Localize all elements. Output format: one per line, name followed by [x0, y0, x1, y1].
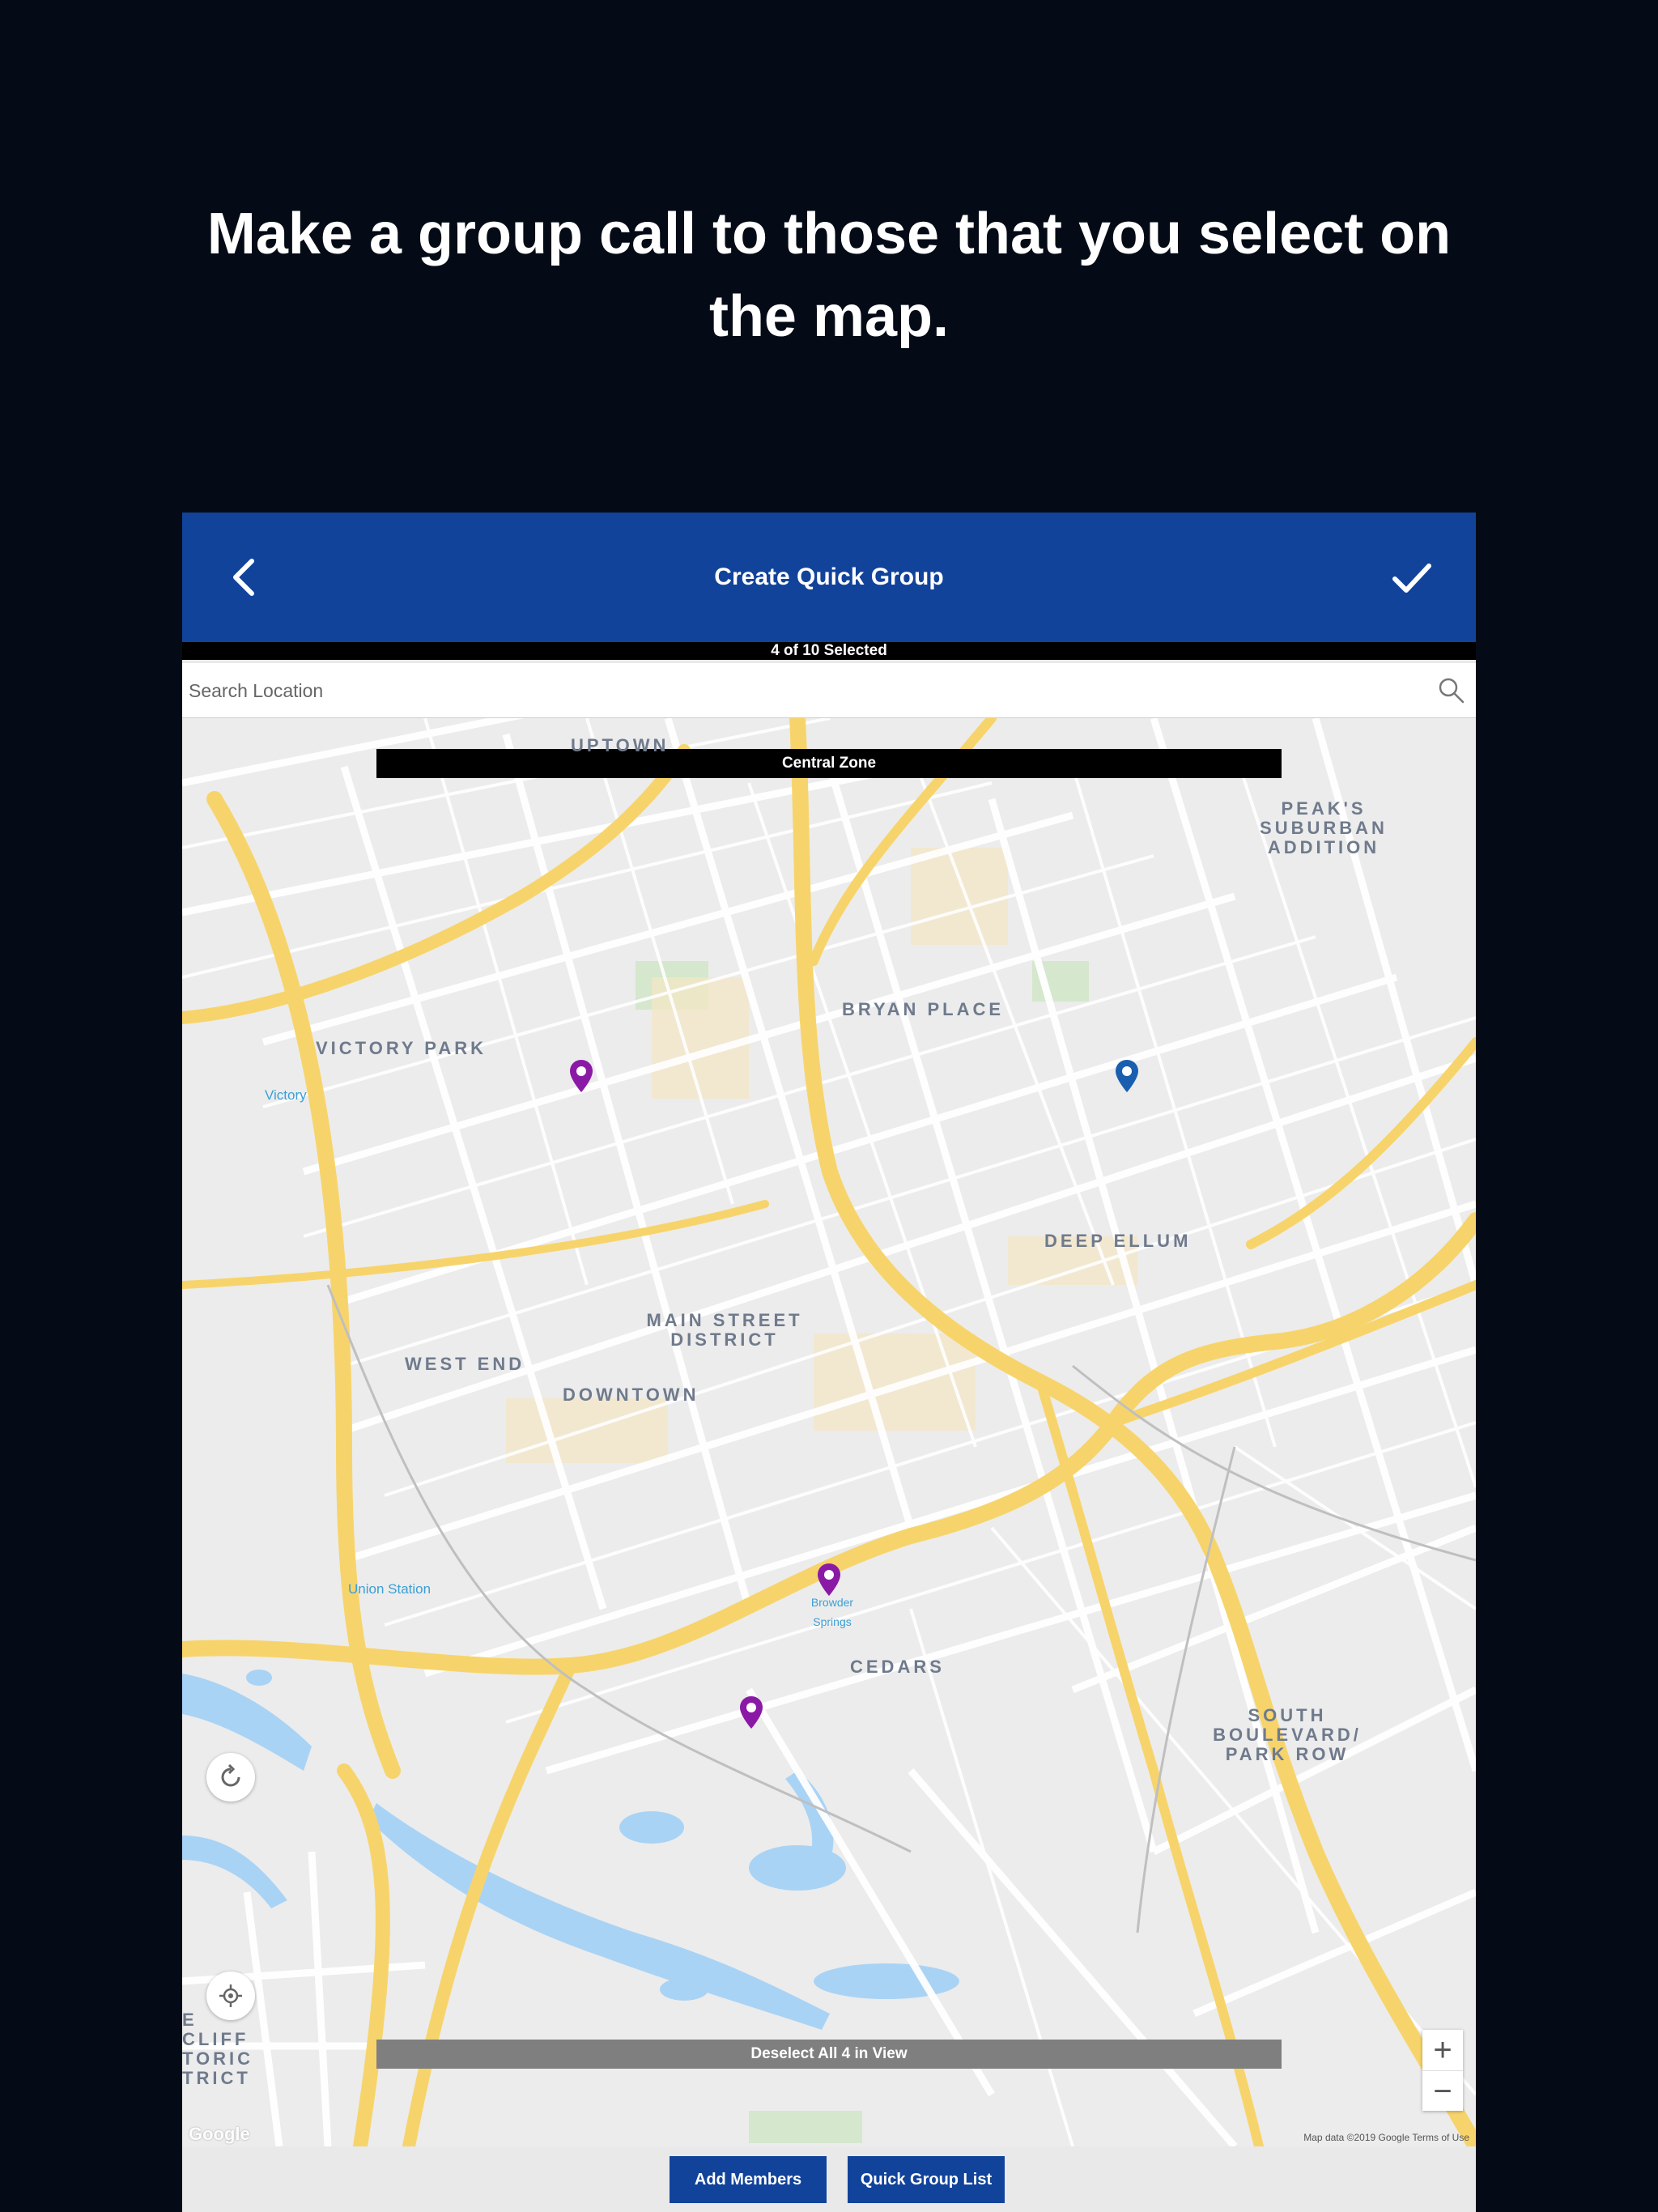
- add-members-button[interactable]: Add Members: [670, 2156, 827, 2203]
- map-view[interactable]: Central Zone UPTOWN PEAK'S SUBURBAN ADDI…: [182, 718, 1476, 2146]
- map-attribution[interactable]: Map data ©2019 Google Terms of Use: [1303, 2132, 1469, 2143]
- selection-count: 4 of 10 Selected: [182, 642, 1476, 660]
- poi-label: Browder Springs: [810, 1596, 854, 1628]
- zoom-out-button[interactable]: −: [1422, 2071, 1463, 2112]
- search-input[interactable]: [187, 670, 1405, 712]
- neighborhood-label: UPTOWN: [571, 735, 670, 755]
- quick-group-list-button[interactable]: Quick Group List: [848, 2156, 1005, 2203]
- map-canvas: [182, 718, 1476, 2146]
- member-pin-icon[interactable]: [1116, 1060, 1138, 1092]
- neighborhood-label: CEDARS: [850, 1657, 945, 1677]
- neighborhood-label: SOUTH BOULEVARD/ PARK ROW: [1213, 1705, 1362, 1764]
- refresh-button[interactable]: [206, 1753, 255, 1802]
- deselect-all-button[interactable]: Deselect All 4 in View: [376, 2040, 1282, 2069]
- confirm-button[interactable]: [1379, 548, 1443, 606]
- neighborhood-label: DEEP ELLUM: [1044, 1231, 1192, 1251]
- member-pin-icon[interactable]: [570, 1060, 593, 1092]
- zone-label[interactable]: Central Zone: [376, 749, 1282, 778]
- checkmark-icon: [1392, 564, 1431, 593]
- neighborhood-label: WEST END: [405, 1354, 525, 1374]
- search-icon[interactable]: [1437, 676, 1466, 705]
- my-location-button[interactable]: [206, 1972, 255, 2020]
- member-pin-icon[interactable]: [818, 1563, 840, 1596]
- refresh-icon: [221, 1764, 240, 1787]
- my-location-icon: [219, 1984, 242, 2007]
- neighborhood-label: DOWNTOWN: [563, 1385, 699, 1405]
- poi-label: Victory: [265, 1087, 307, 1103]
- zoom-in-button[interactable]: +: [1422, 2030, 1463, 2070]
- neighborhood-label: PEAK'S SUBURBAN ADDITION: [1260, 798, 1388, 857]
- neighborhood-label: E CLIFF TORIC TRICT: [182, 2010, 254, 2088]
- app-bar: Create Quick Group: [182, 513, 1476, 642]
- neighborhood-label: MAIN STREET DISTRICT: [646, 1310, 803, 1350]
- app-screen: Create Quick Group 4 of 10 Selected Sear…: [182, 513, 1476, 2212]
- poi-label: Union Station: [348, 1581, 432, 1597]
- bottom-action-bar: Add Members Quick Group List: [182, 2146, 1476, 2212]
- search-bar: [182, 663, 1476, 718]
- member-pin-icon[interactable]: [740, 1696, 763, 1729]
- google-logo: Google: [189, 2124, 250, 2144]
- page-title: Create Quick Group: [714, 564, 944, 590]
- zoom-controls: + −: [1422, 2030, 1463, 2111]
- headline: Make a group call to those that you sele…: [206, 202, 1452, 349]
- neighborhood-label: VICTORY PARK: [316, 1038, 487, 1058]
- neighborhood-label: BRYAN PLACE: [842, 999, 1005, 1019]
